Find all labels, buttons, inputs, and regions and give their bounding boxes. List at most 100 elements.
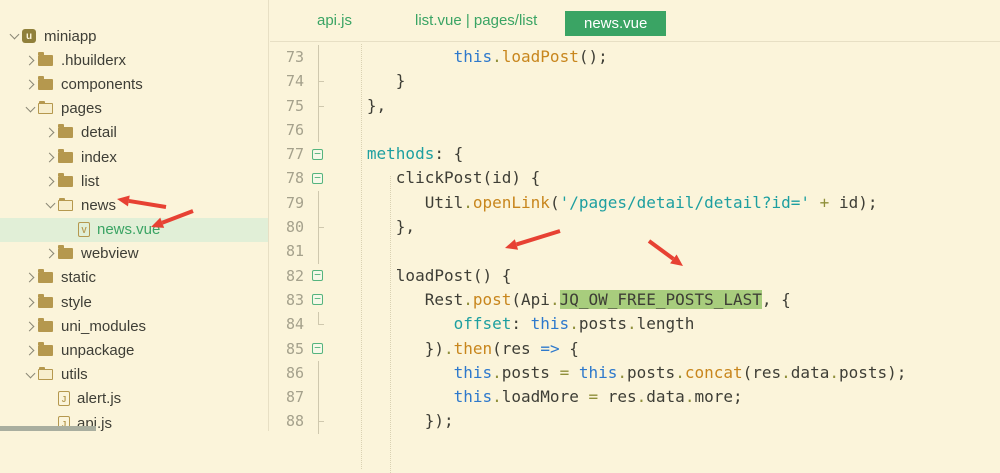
folder-open-icon bbox=[38, 103, 53, 114]
chevron-down-icon[interactable] bbox=[6, 28, 22, 44]
code-token: . bbox=[492, 47, 502, 66]
tree-item-pages[interactable]: pages bbox=[0, 97, 268, 121]
fold-collapse-icon[interactable]: − bbox=[312, 173, 323, 184]
fold-toggle[interactable]: − bbox=[310, 288, 330, 312]
code-token: this bbox=[454, 363, 493, 382]
tree-item-static[interactable]: static bbox=[0, 266, 268, 290]
code-token: res bbox=[608, 387, 637, 406]
chevron-right-icon[interactable] bbox=[22, 294, 38, 310]
fold-toggle[interactable]: − bbox=[310, 142, 330, 166]
fold-scope-line bbox=[310, 118, 330, 142]
code-token: openLink bbox=[473, 193, 550, 212]
tree-item-webview[interactable]: webview bbox=[0, 242, 268, 266]
fold-scope-line bbox=[310, 409, 330, 433]
code-line-83[interactable]: 83− Rest.post(Api.JQ_OW_FREE_POSTS_LAST,… bbox=[270, 288, 1000, 312]
vue-file-icon: V bbox=[78, 222, 90, 237]
fold-toggle[interactable]: − bbox=[310, 337, 330, 361]
code-token: . bbox=[463, 193, 473, 212]
tree-item-style[interactable]: style bbox=[0, 290, 268, 314]
tree-item-alert-js[interactable]: Jalert.js bbox=[0, 387, 268, 411]
folder-icon bbox=[38, 55, 53, 66]
line-number: 73 bbox=[270, 45, 310, 69]
code-line-76[interactable]: 76 bbox=[270, 118, 1000, 142]
fold-toggle[interactable]: − bbox=[310, 264, 330, 288]
tree-item-index[interactable]: index bbox=[0, 145, 268, 169]
code-token: methods bbox=[338, 144, 434, 163]
chevron-down-icon[interactable] bbox=[22, 101, 38, 117]
tree-item-utils[interactable]: utils bbox=[0, 363, 268, 387]
tree-item-news-vue[interactable]: Vnews.vue bbox=[0, 218, 268, 242]
tree-item--hbuilderx[interactable]: .hbuilderx bbox=[0, 48, 268, 72]
code-token: } bbox=[338, 71, 405, 90]
file-tree-sidebar: uminiapp.hbuilderx components pagesdetaili… bbox=[0, 0, 269, 431]
chevron-right-icon[interactable] bbox=[42, 173, 58, 189]
highlighted-token: JQ_OW_FREE_POSTS_LAST bbox=[560, 290, 762, 309]
fold-collapse-icon[interactable]: − bbox=[312, 294, 323, 305]
tree-item-detail[interactable]: detail bbox=[0, 121, 268, 145]
code-line-85[interactable]: 85− }).then(res => { bbox=[270, 337, 1000, 361]
fold-collapse-icon[interactable]: − bbox=[312, 270, 323, 281]
code-token: . bbox=[829, 363, 839, 382]
code-line-88[interactable]: 88 }); bbox=[270, 409, 1000, 433]
code-line-81[interactable]: 81 bbox=[270, 239, 1000, 263]
code-token: Rest bbox=[338, 290, 463, 309]
fold-toggle[interactable]: − bbox=[310, 166, 330, 190]
code-text: }).then(res => { bbox=[330, 337, 579, 361]
tab-api-js[interactable]: api.js bbox=[317, 0, 352, 42]
code-text: offset: this.posts.length bbox=[330, 312, 694, 336]
code-line-80[interactable]: 80 }, bbox=[270, 215, 1000, 239]
chevron-right-icon[interactable] bbox=[42, 149, 58, 165]
chevron-right-icon[interactable] bbox=[22, 52, 38, 68]
code-token: : bbox=[511, 314, 530, 333]
chevron-right-icon[interactable] bbox=[42, 246, 58, 262]
code-line-75[interactable]: 75 }, bbox=[270, 94, 1000, 118]
code-line-78[interactable]: 78− clickPost(id) { bbox=[270, 166, 1000, 190]
code-token: (res bbox=[743, 363, 782, 382]
code-line-74[interactable]: 74 } bbox=[270, 69, 1000, 93]
code-token: . bbox=[550, 290, 560, 309]
fold-collapse-icon[interactable]: − bbox=[312, 343, 323, 354]
code-token: }) bbox=[338, 339, 444, 358]
code-text: this.posts = this.posts.concat(res.data.… bbox=[330, 361, 906, 385]
chevron-right-icon[interactable] bbox=[22, 270, 38, 286]
code-token: posts bbox=[502, 363, 550, 382]
code-line-84[interactable]: 84 offset: this.posts.length bbox=[270, 312, 1000, 336]
line-number: 74 bbox=[270, 69, 310, 93]
chevron-right-icon[interactable] bbox=[42, 125, 58, 141]
tab-news-vue[interactable]: news.vue bbox=[565, 11, 666, 36]
chevron-down-icon[interactable] bbox=[42, 197, 58, 213]
code-area[interactable]: 73 this.loadPost();74 }75 },7677− method… bbox=[270, 42, 1000, 434]
sidebar-horizontal-scrollbar[interactable] bbox=[0, 426, 96, 431]
tree-item-miniapp[interactable]: uminiapp bbox=[0, 24, 268, 48]
code-line-77[interactable]: 77− methods: { bbox=[270, 142, 1000, 166]
code-token: { bbox=[560, 339, 579, 358]
tree-item-components[interactable]: components bbox=[0, 72, 268, 96]
code-token: post bbox=[473, 290, 512, 309]
line-number: 87 bbox=[270, 385, 310, 409]
line-number: 78 bbox=[270, 166, 310, 190]
tree-item-label: components bbox=[61, 76, 143, 93]
code-token: id); bbox=[829, 193, 877, 212]
code-line-79[interactable]: 79 Util.openLink('/pages/detail/detail?i… bbox=[270, 191, 1000, 215]
code-line-73[interactable]: 73 this.loadPost(); bbox=[270, 45, 1000, 69]
tab-list-vue[interactable]: list.vue | pages/list bbox=[415, 0, 537, 42]
chevron-right-icon[interactable] bbox=[22, 318, 38, 334]
tree-item-list[interactable]: list bbox=[0, 169, 268, 193]
code-line-86[interactable]: 86 this.posts = this.posts.concat(res.da… bbox=[270, 361, 1000, 385]
chevron-right-icon[interactable] bbox=[22, 76, 38, 92]
code-token: then bbox=[454, 339, 493, 358]
line-number: 86 bbox=[270, 361, 310, 385]
code-token: posts bbox=[627, 363, 675, 382]
code-token: (); bbox=[579, 47, 608, 66]
tree-item-unpackage[interactable]: unpackage bbox=[0, 338, 268, 362]
fold-collapse-icon[interactable]: − bbox=[312, 149, 323, 160]
code-line-82[interactable]: 82− loadPost() { bbox=[270, 264, 1000, 288]
fold-scope-line bbox=[310, 215, 330, 239]
tree-item-news[interactable]: news bbox=[0, 193, 268, 217]
chevron-right-icon[interactable] bbox=[22, 343, 38, 359]
code-token: . bbox=[463, 290, 473, 309]
chevron-down-icon[interactable] bbox=[22, 367, 38, 383]
tree-item-uni-modules[interactable]: uni_modules bbox=[0, 314, 268, 338]
code-text: methods: { bbox=[330, 142, 463, 166]
code-line-87[interactable]: 87 this.loadMore = res.data.more; bbox=[270, 385, 1000, 409]
